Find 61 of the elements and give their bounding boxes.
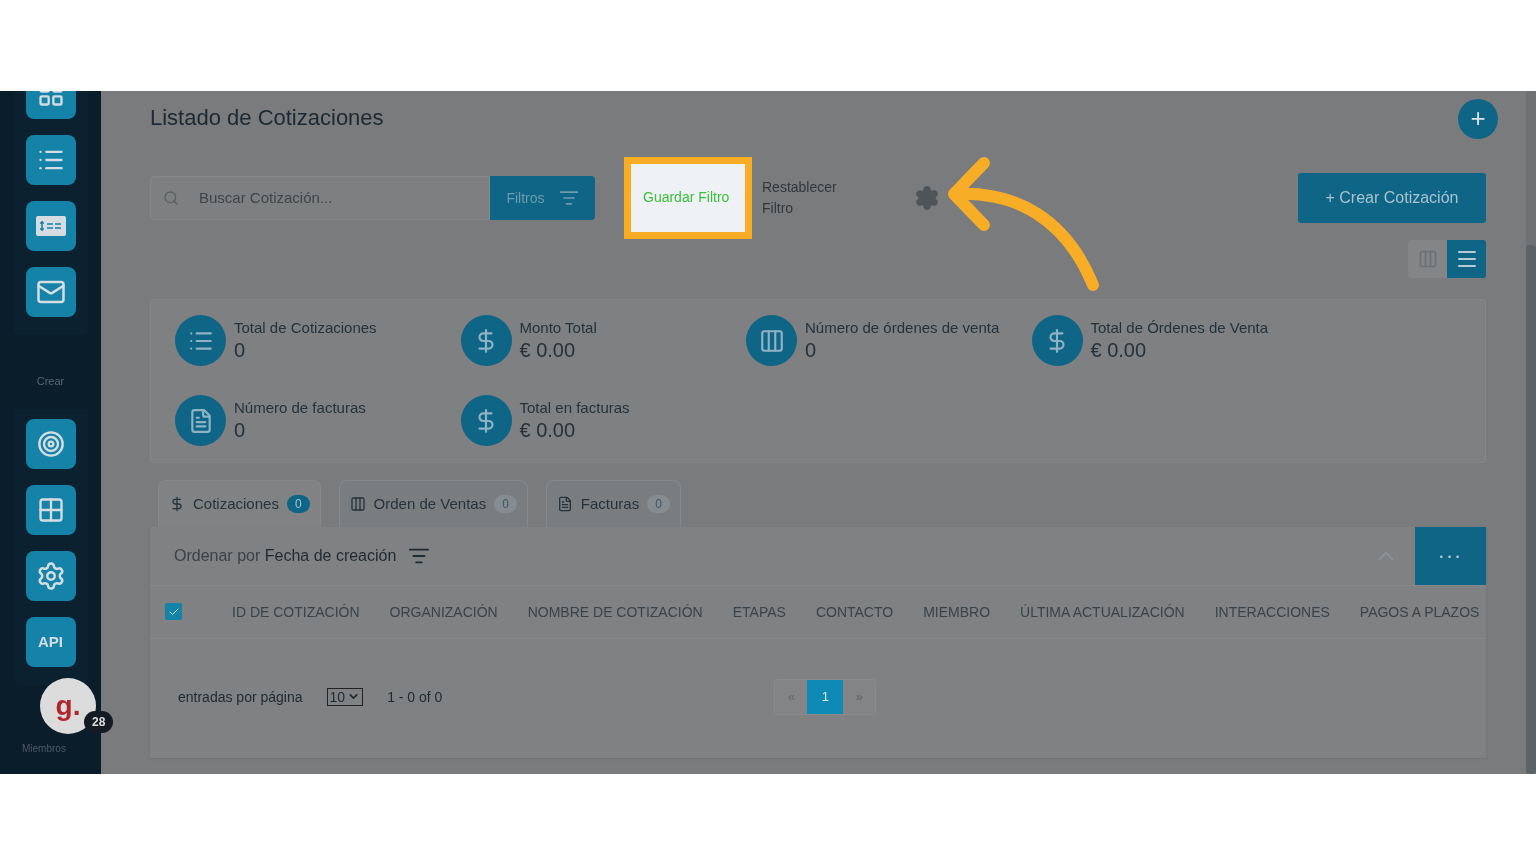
- tab[interactable]: Cotizaciones 0: [158, 479, 321, 527]
- search-field[interactable]: Buscar Cotización...: [150, 175, 490, 220]
- sidebar-item[interactable]: [25, 200, 76, 251]
- column-header: CONTACTO: [815, 603, 894, 620]
- sidebar-item[interactable]: [25, 550, 76, 601]
- members-label: Miembros: [22, 742, 66, 754]
- stat-label: Total de Cotizaciones: [234, 319, 377, 336]
- column-header: ORGANIZACIÓN: [389, 603, 498, 620]
- count-badge: 0: [286, 494, 310, 513]
- stat-value: € 0.00: [519, 419, 577, 442]
- column-header: PAGOS A PLAZOS: [1359, 603, 1480, 620]
- save-filter-button[interactable]: Guardar Filtro: [624, 156, 752, 239]
- tab[interactable]: Facturas 0: [545, 479, 681, 527]
- stat-label: Total en facturas: [519, 399, 630, 416]
- column-header: NOMBRE DE COTIZACIÓN: [527, 603, 703, 620]
- create-quote-button[interactable]: + Crear Cotización: [1298, 172, 1486, 223]
- column-header: INTERACCIONES: [1214, 603, 1330, 620]
- select-all-checkbox[interactable]: [165, 603, 182, 620]
- api-label: API: [38, 633, 63, 650]
- add-button[interactable]: +: [1458, 98, 1498, 139]
- reset-filter-button[interactable]: Restablecer Filtro: [762, 176, 852, 219]
- sidebar-item[interactable]: [25, 134, 76, 185]
- section-label: Crear: [36, 374, 65, 387]
- stat-label: Número de facturas: [234, 399, 366, 416]
- stat-value: 0: [805, 339, 818, 362]
- sort-label[interactable]: Ordenar por Fecha de creación: [174, 546, 397, 565]
- stat-label: Total de Órdenes de Venta: [1090, 319, 1269, 336]
- stat-label: Monto Total: [519, 319, 597, 336]
- sidebar-item[interactable]: [25, 484, 76, 535]
- column-header: MIEMBRO: [923, 603, 991, 620]
- search-icon: [163, 189, 179, 206]
- count-badge: 0: [494, 494, 517, 513]
- notification-badge: 28: [84, 710, 114, 733]
- column-header: ÚLTIMA ACTUALIZACIÓN: [1020, 603, 1185, 620]
- page-button[interactable]: 1: [807, 679, 844, 714]
- sidebar-item[interactable]: [25, 418, 76, 469]
- sidebar-item[interactable]: API: [25, 616, 76, 667]
- tab[interactable]: Orden de Ventas 0: [338, 479, 528, 527]
- invoice-icon: [34, 213, 67, 238]
- per-page-select[interactable]: 10: [326, 687, 364, 706]
- apps-icon: [36, 495, 65, 524]
- sidebar-item[interactable]: [25, 266, 76, 317]
- page-title: Listado de Cotizaciones: [150, 104, 384, 131]
- more-button[interactable]: ...: [1415, 526, 1486, 585]
- stat-label: Número de órdenes de venta: [805, 319, 1000, 336]
- dollar-icon: [169, 495, 185, 512]
- entries-label: entradas por página: [178, 688, 303, 705]
- filters-button[interactable]: Filtros: [490, 175, 595, 220]
- column-header: ID DE COTIZACIÓN: [232, 603, 360, 620]
- stat-value: € 0.00: [1090, 339, 1148, 362]
- document-icon: [556, 495, 573, 512]
- target-icon: [36, 429, 65, 458]
- scrollbar[interactable]: [1526, 90, 1536, 774]
- list-view-button[interactable]: [1447, 239, 1486, 278]
- stat-value: 0: [234, 419, 247, 442]
- column-header: ETAPAS: [732, 603, 786, 620]
- count-badge: 0: [647, 494, 670, 513]
- stat-value: € 0.00: [519, 339, 577, 362]
- page-range: 1 - 0 of 0: [387, 688, 443, 705]
- settings-icon: [35, 560, 66, 591]
- stat-value: 0: [234, 339, 247, 362]
